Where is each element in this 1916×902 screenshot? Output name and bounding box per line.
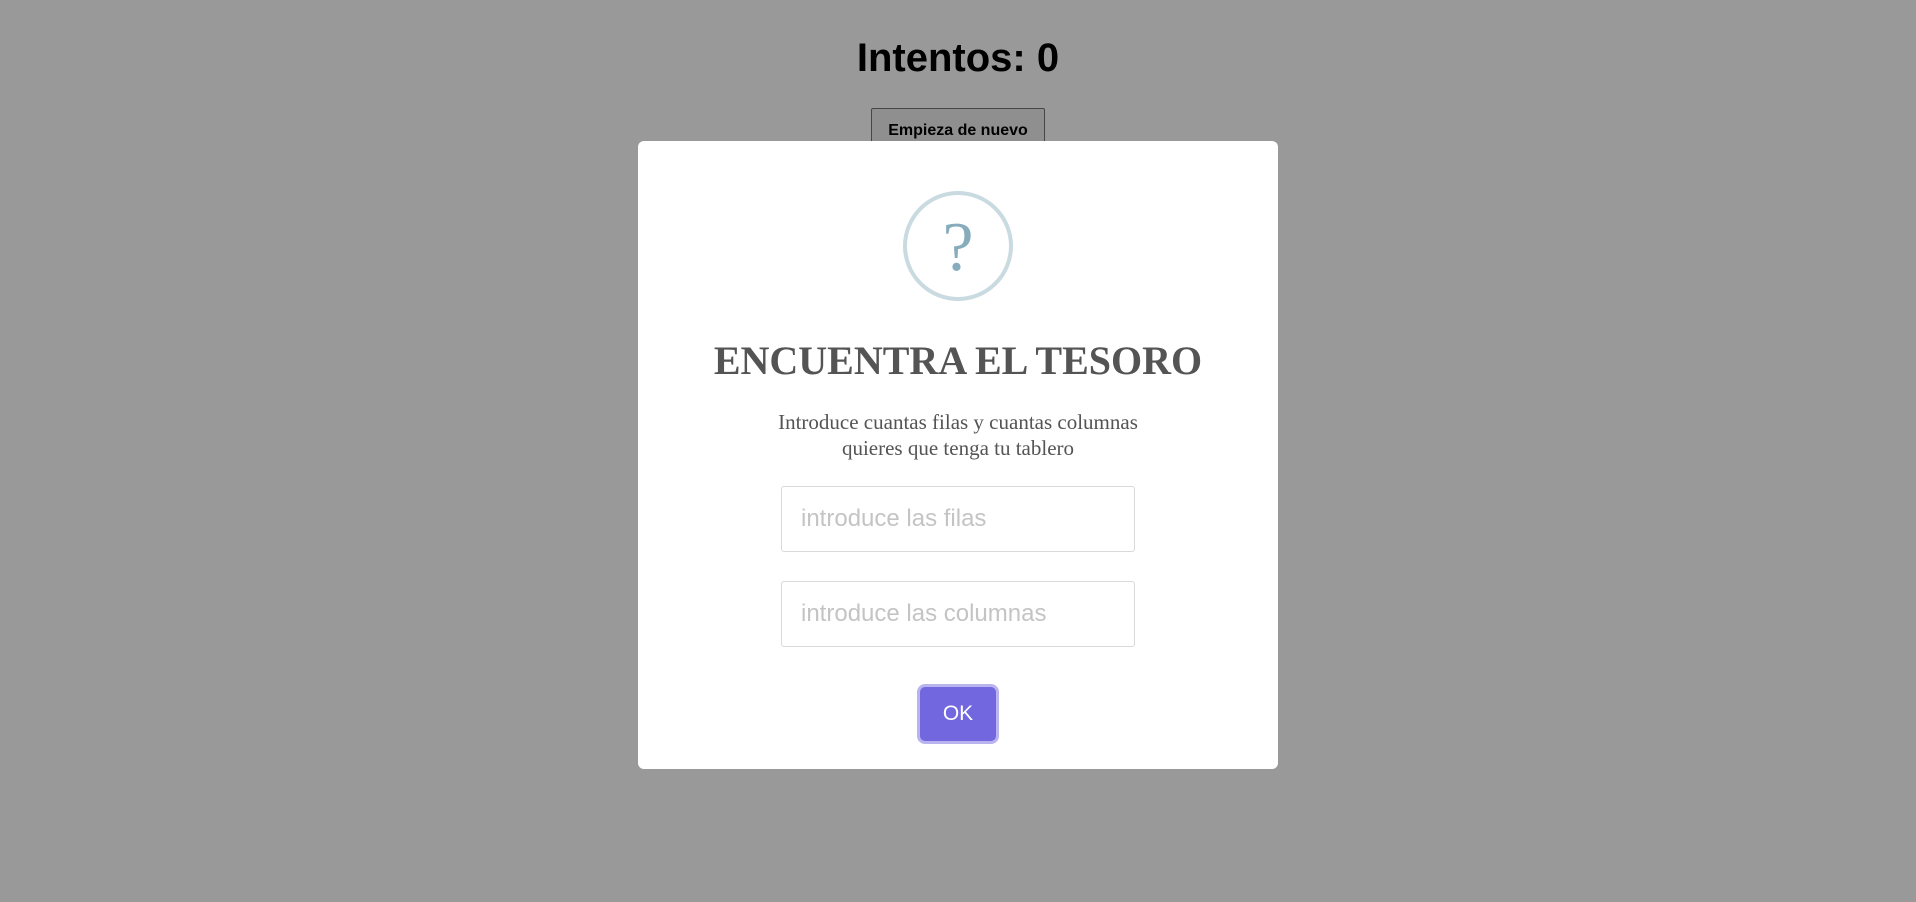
page: Intentos: 0 Empieza de nuevo ? ENCUENTRA… [0, 0, 1916, 902]
dialog-title: ENCUENTRA EL TESORO [713, 338, 1203, 383]
ok-button[interactable]: OK [920, 687, 996, 741]
rows-input[interactable] [781, 486, 1135, 552]
setup-dialog: ? ENCUENTRA EL TESORO Introduce cuantas … [638, 141, 1278, 769]
question-icon: ? [903, 191, 1013, 301]
dialog-text: Introduce cuantas filas y cuantas column… [778, 410, 1138, 460]
modal-overlay: ? ENCUENTRA EL TESORO Introduce cuantas … [0, 0, 1916, 902]
columns-input[interactable] [781, 581, 1135, 647]
question-mark-glyph: ? [942, 209, 974, 286]
